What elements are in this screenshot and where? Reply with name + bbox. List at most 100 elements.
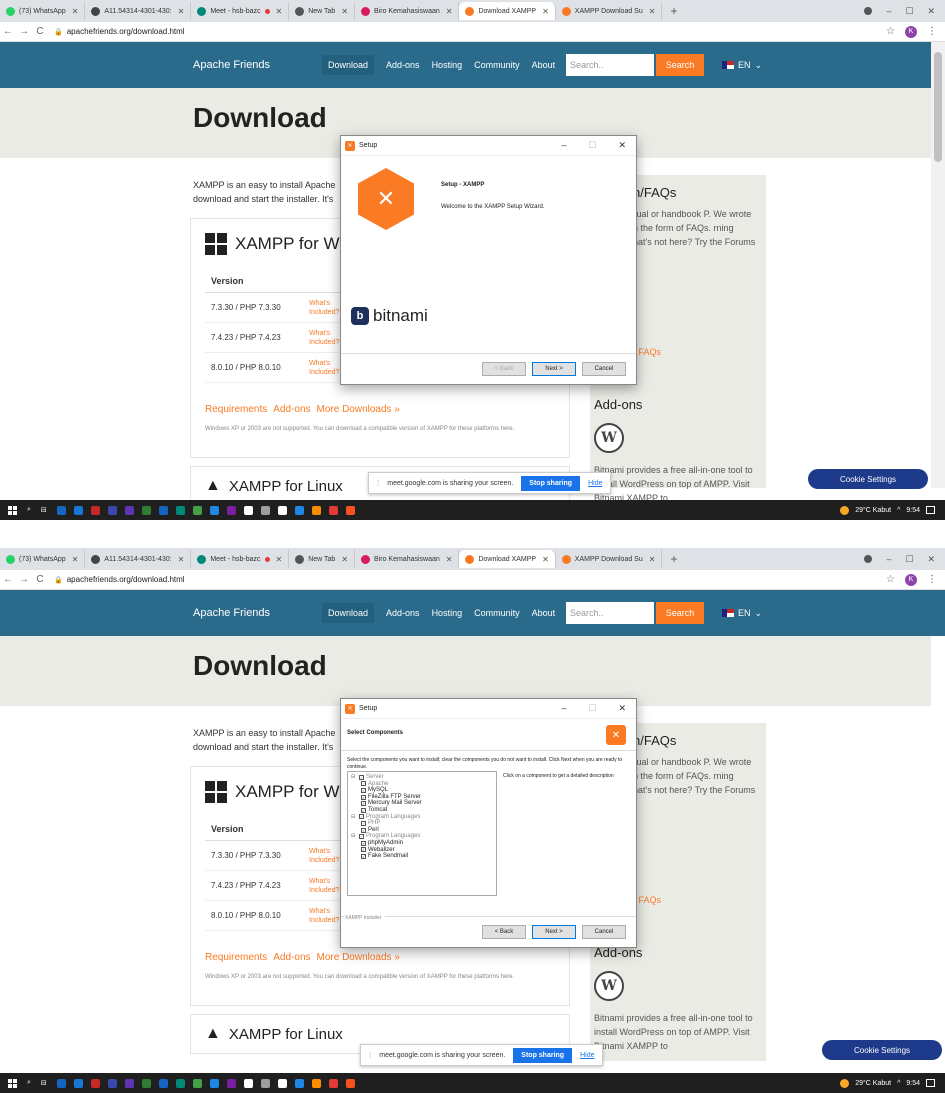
menu-kebab-icon[interactable]: ⋮ [927,26,937,37]
nav-item[interactable]: Add-ons [386,56,420,74]
taskbar-app-icon[interactable] [56,505,66,515]
taskbar-app-icon[interactable] [73,1078,83,1088]
close-icon[interactable]: ✕ [618,140,626,151]
minimize-window-icon[interactable]: – [886,554,891,564]
download-link[interactable]: More Downloads » [317,404,400,415]
task-view-icon[interactable]: ⊟ [41,506,47,514]
taskbar-app-icon[interactable] [141,1078,151,1088]
clock[interactable]: 9:54 [906,1080,920,1087]
menu-kebab-icon[interactable]: ⋮ [927,574,937,585]
expand-icon[interactable]: ⊟ [351,774,357,781]
component-item[interactable]: ✓ Apache [351,781,493,788]
browser-tab[interactable]: Meet - hsb-bazc ✕ [191,2,290,20]
tray-chevron-icon[interactable]: ^ [897,1080,900,1087]
taskbar-app-icon[interactable] [175,1078,185,1088]
browser-tab[interactable]: A11.54314-4301-430: ✕ [85,2,192,20]
component-checkbox[interactable]: ✓ [361,820,366,826]
component-checkbox[interactable]: ✓ [361,827,366,833]
nav-item[interactable]: Community [474,604,520,622]
tab-close-icon[interactable]: ✕ [72,7,79,16]
back-button[interactable]: < Back [482,925,526,939]
download-link[interactable]: Requirements [205,952,267,963]
site-brand[interactable]: Apache Friends [193,59,270,71]
component-checkbox[interactable]: ✓ [359,774,364,780]
reload-icon[interactable]: C [32,574,48,585]
taskbar-app-icon[interactable] [328,1078,338,1088]
new-tab-icon[interactable]: + [662,552,685,566]
taskbar-app-icon[interactable] [277,505,287,515]
taskbar-app-icon[interactable] [243,505,253,515]
taskbar-app-icon[interactable] [328,505,338,515]
browser-tab[interactable]: New Tab ✕ [289,2,356,20]
nav-item[interactable]: About [532,604,556,622]
search-button[interactable]: Search [656,54,704,76]
close-window-icon[interactable]: ✕ [927,554,935,565]
wordpress-icon[interactable]: W [594,971,624,1001]
language-selector[interactable]: EN ⌄ [722,60,762,71]
wordpress-icon[interactable]: W [594,423,624,453]
taskbar-app-icon[interactable] [124,1078,134,1088]
search-icon[interactable]: ⌕ [27,1079,31,1087]
tab-close-icon[interactable]: ✕ [446,7,453,16]
next-button[interactable]: Next > [532,362,576,376]
browser-tab[interactable]: Download XAMPP ✕ [459,2,556,20]
taskbar-app-icon[interactable] [294,1078,304,1088]
drag-handle-icon[interactable]: ⁞ [377,479,379,488]
tab-close-icon[interactable]: ✕ [542,555,549,564]
component-item[interactable]: ✓ MySQL [351,787,493,794]
component-item[interactable]: ✓ PHP [351,820,493,827]
taskbar-app-icon[interactable] [243,1078,253,1088]
tab-close-icon[interactable]: ✕ [446,555,453,564]
component-checkbox[interactable]: ✓ [361,794,366,800]
expand-icon[interactable]: ⊟ [351,814,357,821]
tab-close-icon[interactable]: ✕ [341,7,348,16]
new-tab-icon[interactable]: + [662,4,685,18]
component-checkbox[interactable]: ✓ [361,807,366,813]
taskbar-app-icon[interactable] [209,505,219,515]
back-arrow-icon[interactable]: ← [0,26,16,37]
taskbar-app-icon[interactable] [277,1078,287,1088]
component-item[interactable]: ✓ Fake Sendmail [351,853,493,860]
tab-close-icon[interactable]: ✕ [276,7,283,16]
search-input[interactable]: Search.. [566,602,654,624]
component-checkbox[interactable]: ✓ [359,834,364,840]
close-icon[interactable]: ✕ [618,703,626,714]
tab-close-icon[interactable]: ✕ [649,555,656,564]
notifications-icon[interactable] [926,506,935,514]
minimize-icon[interactable]: – [561,703,566,714]
cookie-settings-button[interactable]: Cookie Settings [822,1040,942,1060]
media-icon[interactable] [864,555,873,563]
taskbar-app-icon[interactable] [158,1078,168,1088]
tab-close-icon[interactable]: ✕ [178,7,185,16]
taskbar-app-icon[interactable] [141,505,151,515]
taskbar-app-icon[interactable] [56,1078,66,1088]
taskbar-app-icon[interactable] [158,505,168,515]
browser-tab[interactable]: XAMPP Download Su ✕ [556,2,663,20]
browser-tab[interactable]: (73) WhatsApp ✕ [0,2,86,20]
cancel-button[interactable]: Cancel [582,362,626,376]
tab-close-icon[interactable]: ✕ [542,7,549,16]
taskbar-app-icon[interactable] [90,1078,100,1088]
profile-avatar[interactable]: K [905,25,917,38]
forward-arrow-icon[interactable]: → [16,26,32,37]
bookmark-star-icon[interactable]: ☆ [886,26,895,37]
nav-item[interactable]: About [532,56,556,74]
taskbar-app-icon[interactable] [226,505,236,515]
taskbar-app-icon[interactable] [73,505,83,515]
search-input[interactable]: Search.. [566,54,654,76]
expand-icon[interactable]: ⊟ [351,833,357,840]
component-checkbox[interactable]: ✓ [361,781,366,787]
nav-item[interactable]: Hosting [432,604,463,622]
taskbar-app-icon[interactable] [90,505,100,515]
tray-chevron-icon[interactable]: ^ [897,507,900,514]
minimize-window-icon[interactable]: – [886,6,891,16]
browser-tab[interactable]: Biro Kemahasiswaan ✕ [355,550,460,568]
site-brand[interactable]: Apache Friends [193,607,270,619]
nav-item[interactable]: Hosting [432,56,463,74]
close-window-icon[interactable]: ✕ [927,6,935,17]
component-item[interactable]: ✓ phpMyAdmin [351,840,493,847]
nav-item[interactable]: Download [322,55,375,75]
taskbar-app-icon[interactable] [226,1078,236,1088]
component-checkbox[interactable]: ✓ [361,847,366,853]
component-item[interactable]: ✓ Perl [351,827,493,834]
